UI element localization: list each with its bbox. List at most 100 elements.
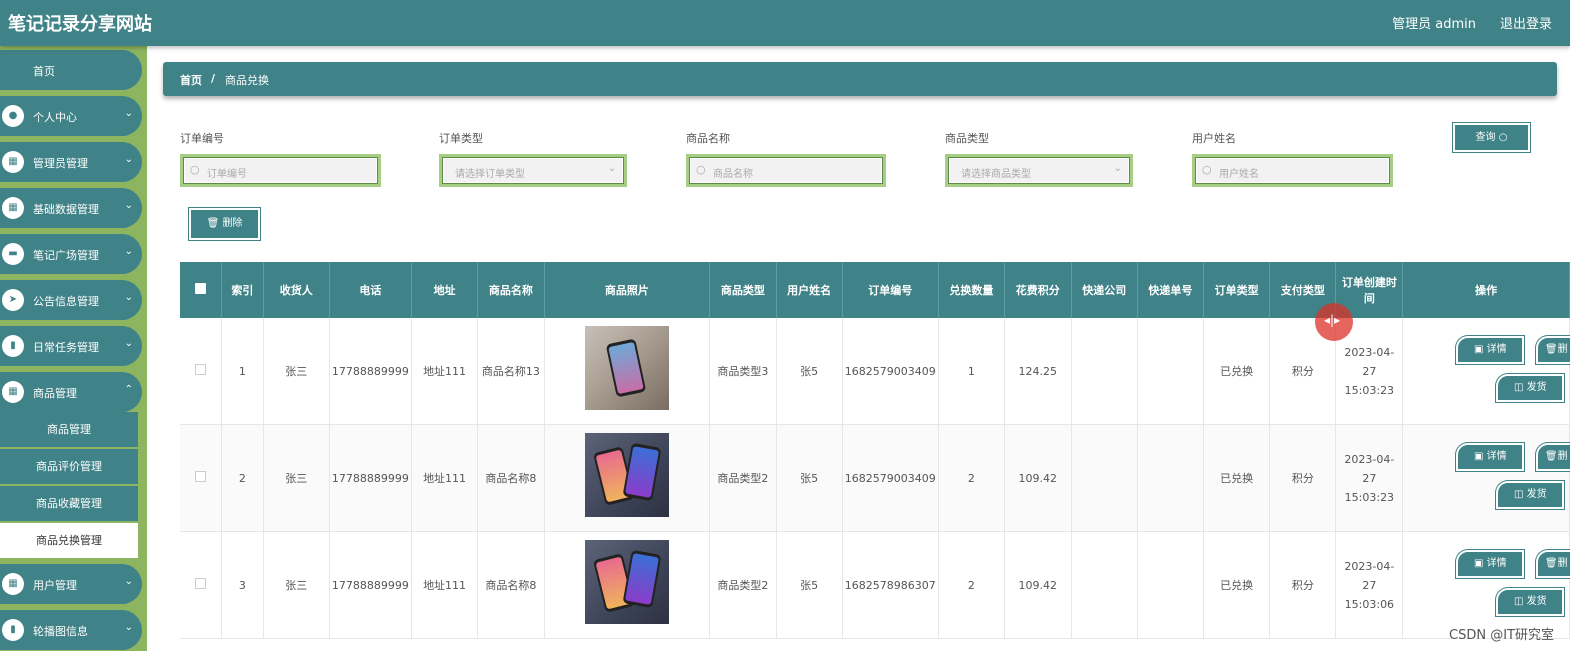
sidebar-item-users[interactable]: ▦ 用户管理 ⌄ [0,564,142,604]
detail-button[interactable]: ▣ 详情 [1456,443,1525,471]
ship-button[interactable]: ◫ 发货 [1496,374,1565,402]
breadcrumb-current: 商品兑换 [225,74,269,87]
grid-icon: ▦ [2,573,24,595]
order-no-label: 订单编号 [180,132,224,145]
order-type-placeholder: 请选择订单类型 [455,169,525,180]
query-button[interactable]: 查询 ○ [1453,123,1530,152]
delete-label: 删除 [222,218,243,229]
search-icon: ○ [1498,132,1508,143]
ship-label: 发货 [1526,596,1547,607]
sidebar-item-label: 公告信息管理 [33,295,99,308]
chevron-down-icon: ⌄ [124,292,133,303]
goods-photo[interactable] [584,326,669,410]
cell-tracking [1137,531,1205,639]
detail-icon: ▣ [1473,558,1487,569]
cell-order-no: 1682579003409 [842,318,939,425]
logout-link[interactable]: 退出登录 [1500,13,1552,32]
goods-name-placeholder: 商品名称 [713,169,753,180]
goods-type-select[interactable]: 请选择商品类型 ⌄ [945,154,1133,187]
cell-actions: ▣ 详情 🗑删 ◫ 发货 [1402,424,1570,532]
sidebar-subitem-goods[interactable]: 商品管理 [0,412,138,448]
sidebar-item-basedata[interactable]: ▦ 基础数据管理 ⌄ [0,188,142,228]
goods-name-input[interactable]: ○ 商品名称 [686,154,886,187]
cell-user-name: 张5 [776,424,843,532]
goods-photo[interactable] [584,433,669,517]
ship-label: 发货 [1526,382,1547,393]
detail-label: 详情 [1486,558,1507,569]
table-row: 2 张三 17788889999 地址111 商品名称8 商品类型2 张5 16… [180,424,1570,532]
cell-phone: 17788889999 [329,424,412,532]
cell-points: 124.25 [1004,318,1072,425]
cell-goods-photo [544,424,711,532]
breadcrumb-home[interactable]: 首页 [180,72,202,88]
order-no-input[interactable]: ○ 订单编号 [180,154,381,187]
sidebar-item-notes[interactable]: ▬ 笔记广场管理 ⌄ [0,234,142,274]
cell-receiver: 张三 [263,531,330,639]
select-all-checkbox[interactable] [180,262,223,318]
cell-created: 2023-04-27 15:03:23 [1335,424,1404,532]
row-checkbox[interactable] [180,424,223,532]
search-icon: ○ [1202,163,1212,176]
trash-icon: 🗑 [1544,451,1558,462]
cell-goods-photo [544,318,711,425]
detail-button[interactable]: ▣ 详情 [1456,550,1525,578]
sidebar-item-label: 轮播图信息 [33,625,88,638]
cell-address: 地址111 [411,424,479,532]
col-header-actions: 操作 [1402,262,1570,318]
batch-delete-button[interactable]: 🗑 删除 [189,208,260,240]
sidebar-item-personal[interactable]: ● 个人中心 ⌄ [0,96,142,136]
sidebar-item-notices[interactable]: ➤ 公告信息管理 ⌄ [0,280,142,320]
grid-icon: ▦ [2,197,24,219]
sidebar-item-tasks[interactable]: ▮ 日常任务管理 ⌄ [0,326,142,366]
sidebar-item-goods[interactable]: ▦ 商品管理 ⌃ [0,372,142,412]
sidebar-subitem-reviews[interactable]: 商品评价管理 [0,449,138,485]
cell-actions: ▣ 详情 🗑删 ◫ 发货 [1402,531,1570,639]
chart-icon: ▮ [2,335,24,357]
user-name-input[interactable]: ○ 用户姓名 [1192,154,1393,187]
sidebar-subitem-exchange[interactable]: 商品兑换管理 [0,523,138,559]
admin-label: 管理员 admin [1392,17,1476,32]
sidebar-item-label: 用户管理 [33,579,77,592]
row-checkbox[interactable] [180,531,223,639]
cell-order-type: 已兑换 [1203,424,1271,532]
cell-index: 1 [221,318,264,425]
cell-courier [1071,531,1138,639]
delete-button[interactable]: 🗑删 [1536,336,1570,364]
col-header-order-type: 订单类型 [1203,262,1271,318]
delete-label: 删 [1557,451,1568,462]
row-checkbox[interactable] [180,318,223,425]
sidebar-item-home[interactable]: 首页 [0,50,142,90]
sidebar-item-admins[interactable]: ▦ 管理员管理 ⌄ [0,142,142,182]
delete-button[interactable]: 🗑删 [1536,443,1570,471]
chevron-down-icon: ⌄ [124,108,133,119]
sidebar-item-label: 日常任务管理 [33,341,99,354]
chevron-down-icon: ⌄ [124,576,133,587]
chevron-up-icon: ⌃ [124,384,133,395]
sidebar-item-label: 笔记广场管理 [33,249,99,262]
order-type-select[interactable]: 请选择订单类型 ⌄ [439,154,627,187]
cell-index: 2 [221,424,264,532]
goods-photo[interactable] [584,540,669,624]
cell-user-name: 张5 [776,531,843,639]
order-type-label: 订单类型 [439,132,483,145]
col-header-quantity: 兑换数量 [938,262,1005,318]
detail-button[interactable]: ▣ 详情 [1456,336,1525,364]
sidebar-item-label: 管理员管理 [33,157,88,170]
site-title: 笔记记录分享网站 [8,14,152,35]
cell-order-type: 已兑换 [1203,318,1271,425]
sidebar-item-label: 商品管理 [33,387,77,400]
cell-goods-type: 商品类型3 [709,318,777,425]
delete-button[interactable]: 🗑删 [1536,550,1570,578]
chevron-down-icon: ⌄ [124,200,133,211]
cell-quantity: 2 [938,424,1005,532]
ship-button[interactable]: ◫ 发货 [1496,588,1565,616]
goods-type-label: 商品类型 [945,132,989,145]
cell-courier [1071,318,1138,425]
chevron-down-icon: ⌄ [124,154,133,165]
sidebar-subitem-favorites[interactable]: 商品收藏管理 [0,486,138,522]
sidebar-item-carousel[interactable]: ▮ 轮播图信息 ⌄ [0,610,142,650]
detail-icon: ▣ [1473,451,1487,462]
col-header-receiver: 收货人 [263,262,330,318]
chevron-down-icon: ⌄ [607,163,616,174]
ship-button[interactable]: ◫ 发货 [1496,481,1565,509]
